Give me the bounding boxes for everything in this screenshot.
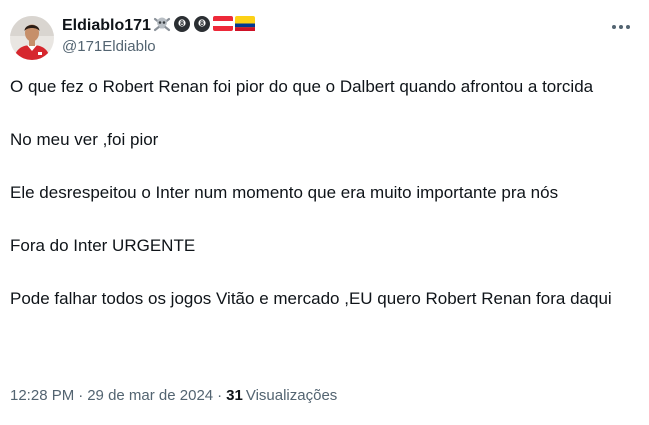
austria-flag-icon — [212, 16, 233, 36]
more-options-button[interactable] — [604, 12, 638, 42]
author-handle[interactable]: @171Eldiablo — [62, 38, 156, 55]
tweet-paragraph: O que fez o Robert Renan foi pior do que… — [10, 77, 594, 96]
more-horizontal-icon — [612, 25, 630, 29]
author-display-name[interactable]: Eldiablo171 — [62, 17, 151, 35]
tweet-paragraph: Ele desrespeitou o Inter num momento que… — [10, 183, 559, 202]
tweet-paragraph: Pode falhar todos os jogos Vitão e merca… — [10, 289, 612, 308]
tweet-text: O que fez o Robert Renan foi pior do que… — [10, 74, 630, 339]
skull-crossbones-icon — [153, 15, 171, 38]
avatar[interactable] — [10, 16, 54, 60]
separator: · — [217, 386, 223, 404]
colombia-flag-icon — [234, 16, 255, 36]
tweet-card: Eldiablo171 @171Eldiablo O que fez o Rob… — [0, 0, 649, 425]
8-ball-icon — [173, 15, 191, 38]
tweet-time-link[interactable]: 12:28 PM — [10, 387, 74, 404]
author-name-row: Eldiablo171 — [62, 15, 255, 37]
tweet-paragraph: No meu ver ,foi pior — [10, 130, 159, 149]
8-ball-icon — [193, 15, 211, 38]
tweet-paragraph: Fora do Inter URGENTE — [10, 236, 196, 255]
separator: · — [78, 386, 84, 404]
tweet-date-link[interactable]: 29 de mar de 2024 — [87, 387, 213, 404]
tweet-metadata: 12:28 PM · 29 de mar de 2024 · 31 Visual… — [10, 385, 337, 405]
views-label: Visualizações — [245, 386, 338, 404]
avatar-image — [10, 16, 54, 60]
views-count: 31 — [226, 386, 243, 404]
